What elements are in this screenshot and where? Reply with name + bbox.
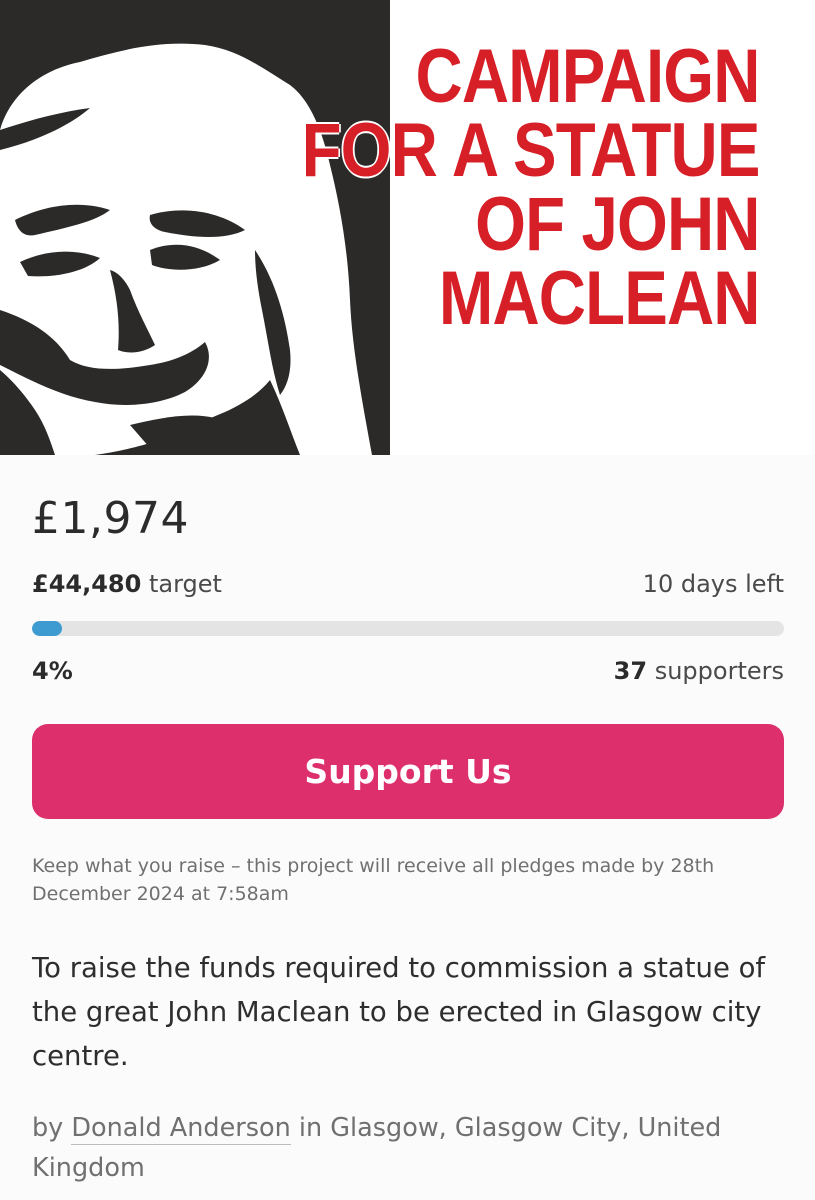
target-amount: £44,480	[32, 570, 142, 598]
days-left: 10 days left	[642, 570, 784, 598]
target-label: target	[148, 570, 222, 598]
funding-note: Keep what you raise – this project will …	[32, 855, 715, 905]
supporters-count: 37 supporters	[614, 657, 784, 685]
supporters-number: 37	[613, 657, 648, 685]
funding-progress-fill	[32, 621, 63, 636]
campaign-title-line: OF JOHN	[475, 182, 761, 267]
support-us-button[interactable]: Support Us	[32, 724, 784, 819]
funding-progress-bar	[32, 621, 784, 636]
campaign-title-line: CAMPAIGN	[415, 34, 761, 119]
byline-prefix: by	[32, 1113, 64, 1143]
percent-funded: 4%	[32, 657, 73, 685]
supporters-label: supporters	[654, 657, 784, 685]
project-description: To raise the funds required to commissio…	[32, 952, 766, 1072]
campaign-title-line: MACLEAN	[439, 256, 761, 341]
campaign-title: CAMPAIGN FOR A STATUE OF JOHN MACLEAN	[301, 34, 761, 341]
campaign-title-line: FOR A STATUE	[301, 108, 761, 193]
author-link[interactable]: Donald Anderson	[71, 1113, 291, 1145]
campaign-banner: CAMPAIGN FOR A STATUE OF JOHN MACLEAN	[0, 0, 815, 455]
amount-raised: £1,974	[32, 493, 189, 544]
funding-target: £44,480 target	[32, 570, 222, 598]
project-byline: by Donald Anderson in Glasgow, Glasgow C…	[32, 1108, 802, 1188]
